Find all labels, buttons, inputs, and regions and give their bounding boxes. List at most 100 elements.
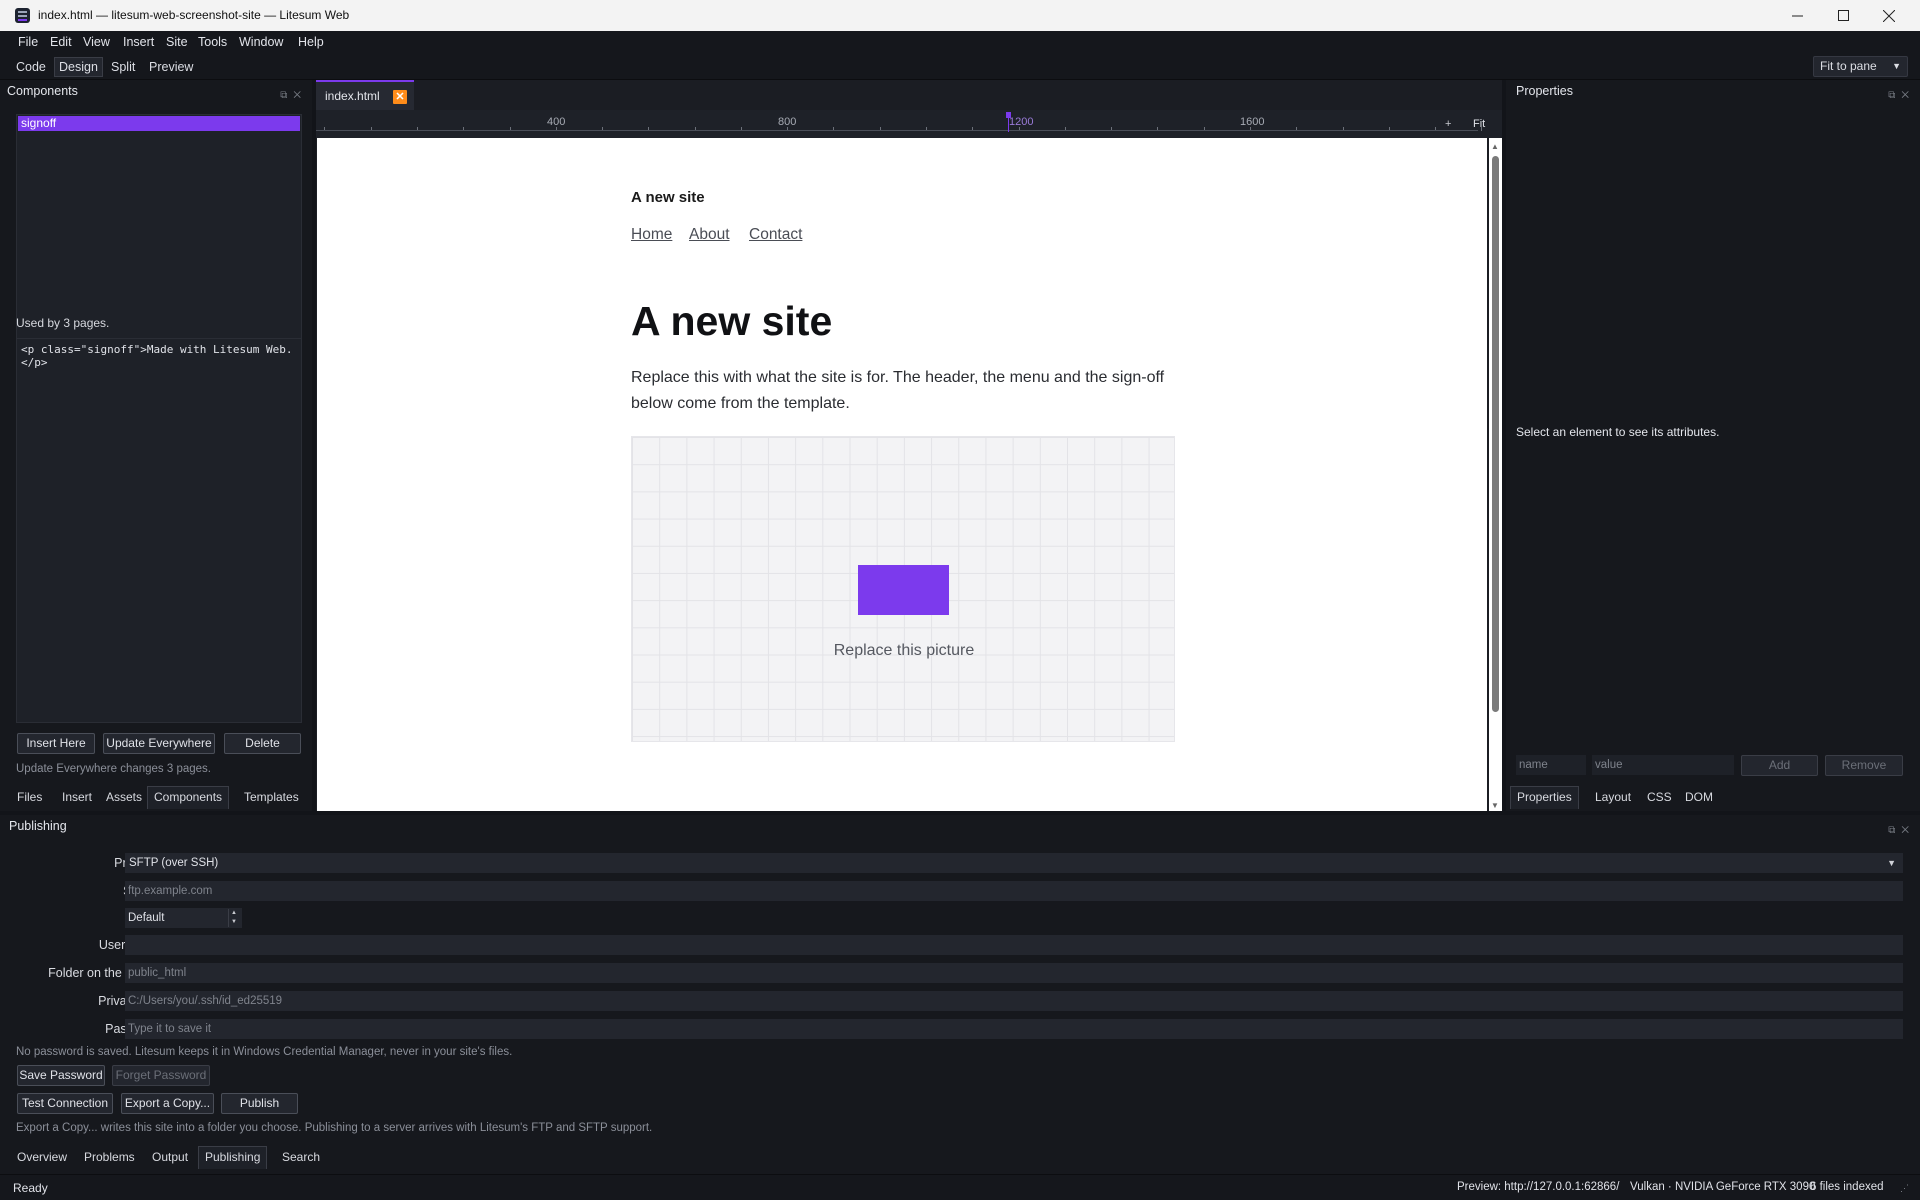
app-icon [15, 8, 30, 23]
password-input[interactable]: Type it to save it [125, 1019, 1903, 1039]
ruler-label-800: 800 [778, 116, 797, 128]
files-indexed: 6 files indexed [1810, 1181, 1884, 1193]
panel-title: Properties [1516, 84, 1573, 98]
tab-publishing[interactable]: Publishing [198, 1146, 268, 1169]
add-attribute-button[interactable]: Add [1741, 755, 1818, 776]
publish-button[interactable]: Publish [221, 1093, 298, 1114]
folder-input[interactable]: public_html [125, 963, 1903, 983]
menu-help[interactable]: Help [298, 35, 324, 49]
protocol-select[interactable]: SFTP (over SSH) ▼ [125, 853, 1903, 873]
menu-file[interactable]: File [18, 35, 38, 49]
component-code-editor[interactable]: <p class="signoff">Made with Litesum Web… [16, 338, 302, 723]
right-panel-tabs: Properties Layout CSS DOM [1510, 786, 1810, 810]
site-name[interactable]: A new site [631, 189, 705, 206]
design-editor: index.html ✕ 400 800 1200 1600 + Fit A n… [316, 80, 1502, 811]
test-connection-button[interactable]: Test Connection [17, 1093, 113, 1114]
tab-search[interactable]: Search [275, 1146, 327, 1169]
ruler-label-400: 400 [547, 116, 566, 128]
maximize-button[interactable] [1820, 0, 1866, 31]
components-panel: Components ⧉✕ signoff Used by 3 pages. <… [0, 80, 312, 811]
left-panel-tabs: Files Insert Assets Components Templates [10, 786, 310, 810]
tab-output[interactable]: Output [145, 1146, 195, 1169]
menu-bar: File Edit View Insert Site Tools Window … [0, 31, 1920, 53]
ruler-label-1200: 1200 [1009, 116, 1034, 128]
status-bar: Ready Preview: http://127.0.0.1:62866/ V… [0, 1174, 1920, 1200]
user-name-input[interactable] [125, 935, 1903, 955]
resize-grip-icon[interactable]: ⋰ [1900, 1183, 1909, 1194]
attribute-name-input[interactable]: name [1516, 755, 1586, 775]
server-input[interactable]: ftp.example.com [125, 881, 1903, 901]
design-view-button[interactable]: Design [54, 57, 103, 77]
user-row: User name [0, 935, 1920, 955]
maximize-icon [1837, 10, 1849, 21]
private-key-input[interactable]: C:/Users/you/.ssh/id_ed25519 [125, 991, 1903, 1011]
preview-view-button[interactable]: Preview [145, 57, 197, 77]
export-copy-button[interactable]: Export a Copy... [121, 1093, 214, 1114]
menu-site[interactable]: Site [166, 35, 188, 49]
chevron-down-icon: ▼ [1892, 61, 1901, 71]
protocol-row: Protocol SFTP (over SSH) ▼ [0, 853, 1920, 873]
gpu-info: Vulkan · NVIDIA GeForce RTX 3090 [1630, 1181, 1816, 1193]
stepper-arrows-icon[interactable]: ▲ ▼ [228, 909, 239, 927]
password-note: No password is saved. Litesum keeps it i… [16, 1046, 513, 1058]
fit-button[interactable]: Fit [1473, 118, 1485, 130]
tab-dom[interactable]: DOM [1678, 786, 1720, 809]
tab-layout[interactable]: Layout [1588, 786, 1638, 809]
menu-edit[interactable]: Edit [50, 35, 72, 49]
attribute-value-input[interactable]: value [1592, 755, 1734, 775]
components-panel-header: Components ⧉✕ [0, 80, 312, 102]
placeholder-picture[interactable]: Replace this picture [631, 436, 1175, 742]
file-tab[interactable]: index.html ✕ [316, 80, 414, 110]
folder-row: Folder on the server public_html [0, 963, 1920, 983]
panel-float-close-icons[interactable]: ⧉✕ [280, 85, 307, 107]
window-titlebar: index.html — litesum-web-screenshot-site… [0, 0, 1920, 31]
menu-tools[interactable]: Tools [198, 35, 227, 49]
page-canvas[interactable]: A new site Home About Contact A new site… [317, 138, 1487, 811]
window-title: index.html — litesum-web-screenshot-site… [38, 8, 350, 22]
delete-button[interactable]: Delete [224, 733, 301, 754]
page-heading[interactable]: A new site [631, 298, 832, 345]
update-everywhere-button[interactable]: Update Everywhere [103, 733, 215, 754]
zoom-in-button[interactable]: + [1445, 118, 1451, 130]
menu-insert[interactable]: Insert [123, 35, 154, 49]
menu-window[interactable]: Window [239, 35, 283, 49]
save-password-button[interactable]: Save Password [17, 1065, 105, 1086]
vertical-scrollbar[interactable]: ▲ ▼ [1489, 138, 1502, 811]
bottom-panel-tabs: Overview Problems Output Publishing Sear… [10, 1146, 410, 1170]
tab-problems[interactable]: Problems [77, 1146, 142, 1169]
file-tab-label: index.html [325, 89, 380, 103]
forget-password-button[interactable]: Forget Password [112, 1065, 210, 1086]
tab-assets[interactable]: Assets [99, 786, 149, 809]
tab-templates[interactable]: Templates [237, 786, 306, 809]
split-view-button[interactable]: Split [107, 57, 139, 77]
panel-float-close-icons[interactable]: ⧉✕ [1888, 820, 1915, 842]
code-view-button[interactable]: Code [12, 57, 50, 77]
nav-link-home[interactable]: Home [631, 226, 672, 244]
nav-link-about[interactable]: About [689, 226, 730, 244]
panel-title: Publishing [9, 819, 67, 833]
menu-view[interactable]: View [83, 35, 110, 49]
close-button[interactable] [1866, 0, 1912, 31]
tab-components[interactable]: Components [147, 786, 230, 809]
close-tab-icon[interactable]: ✕ [393, 90, 407, 104]
tab-css[interactable]: CSS [1640, 786, 1679, 809]
publishing-panel: Publishing ⧉✕ Protocol SFTP (over SSH) ▼… [0, 815, 1920, 1175]
page-paragraph[interactable]: Replace this with what the site is for. … [631, 365, 1179, 417]
tab-properties[interactable]: Properties [1510, 786, 1579, 809]
list-item[interactable]: signoff [18, 116, 300, 131]
tab-overview[interactable]: Overview [10, 1146, 74, 1169]
panel-float-close-icons[interactable]: ⧉✕ [1888, 85, 1915, 107]
update-note: Update Everywhere changes 3 pages. [16, 763, 211, 775]
close-icon [1883, 9, 1895, 22]
nav-link-contact[interactable]: Contact [749, 226, 802, 244]
preview-url[interactable]: Preview: http://127.0.0.1:62866/ [1457, 1181, 1619, 1193]
port-stepper[interactable]: Default ▲ ▼ [125, 908, 242, 928]
minimize-button[interactable] [1774, 0, 1820, 31]
insert-here-button[interactable]: Insert Here [17, 733, 95, 754]
tab-files[interactable]: Files [10, 786, 49, 809]
key-row: Private key C:/Users/you/.ssh/id_ed25519 [0, 991, 1920, 1011]
zoom-select[interactable]: Fit to pane ▼ [1813, 56, 1908, 77]
tab-insert[interactable]: Insert [55, 786, 99, 809]
remove-attribute-button[interactable]: Remove [1825, 755, 1903, 776]
zoom-select-value: Fit to pane [1820, 59, 1877, 73]
